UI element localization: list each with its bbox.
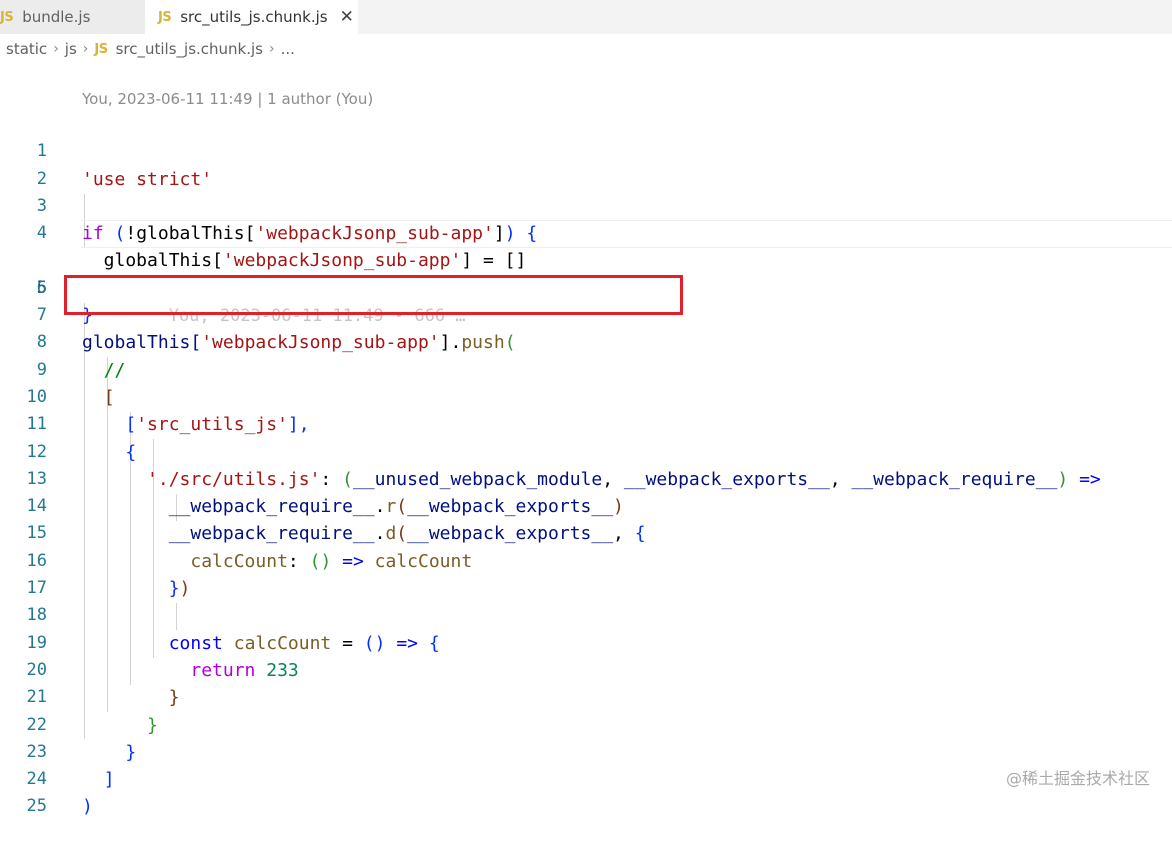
line-number: 25 [26,796,47,817]
git-blame-codelens[interactable]: You, 2023-06-11 11:49 | 1 author (You) [82,90,373,108]
tab-label: bundle.js [22,8,91,26]
editor-tab-bar: JS bundle.js JS src_utils_js.chunk.js ✕ [0,0,1172,34]
chevron-right-icon: › [269,41,275,57]
code-line: 23 ] [0,712,1172,790]
current-line-highlight [81,220,1172,249]
code-token: ) [82,796,93,818]
code-line: 17 [0,548,1172,598]
code-line: 3 if (!globalThis['webpackJsonp_sub-app'… [0,166,1172,244]
code-line: 22 } [0,684,1172,763]
breadcrumb-item-js[interactable]: js [65,40,77,58]
javascript-file-icon: JS [158,9,172,25]
breadcrumb: static › js › JS src_utils_js.chunk.js ›… [6,37,295,61]
breadcrumb-item-static[interactable]: static [6,40,47,58]
code-line: 4 globalThis['webpackJsonp_sub-app'] = [… [0,193,1172,271]
code-editor[interactable]: 1 'use strict' 2 3 if (!globalThis['webp… [0,111,1172,817]
code-line: 18 const calcCount = () => { [0,575,1172,653]
chevron-right-icon: › [53,41,59,57]
code-line: 13 __webpack_require__.r(__webpack_expor… [0,439,1172,517]
code-line: 24 ) [0,739,1172,817]
watermark: @稀土掘金技术社区 [1005,769,1150,788]
code-line: 10 ['src_utils_js'], [0,357,1172,435]
code-line: 25 [0,766,1172,816]
tab-label: src_utils_js.chunk.js [180,8,328,26]
code-line: 9 [ [0,329,1172,408]
code-line: 6 [0,247,1172,298]
code-line: 19 return 233 [0,602,1172,681]
breadcrumb-symbols[interactable]: ... [281,40,295,58]
code-line: 14 __webpack_require__.d(__webpack_expor… [0,466,1172,544]
close-icon[interactable]: ✕ [340,7,354,27]
code-line: 1 'use strict' [0,111,1172,189]
code-line: 2 [0,138,1172,189]
code-line: 16 }) [0,520,1172,599]
code-line: 12 './src/utils.js': (__unused_webpack_m… [0,411,1172,490]
tab-src-utils-js-chunk[interactable]: JS src_utils_js.chunk.js ✕ [145,0,358,34]
breadcrumb-item-file[interactable]: src_utils_js.chunk.js [116,40,263,58]
code-line: 11 { [0,384,1172,462]
code-line: 20 } [0,630,1172,708]
red-highlight-box [64,275,683,315]
javascript-file-icon: JS [94,41,108,57]
chevron-right-icon: › [82,41,89,57]
code-line: 15 calcCount: () => calcCount [0,493,1172,571]
javascript-file-icon: JS [0,9,14,25]
code-line-current: 5 } You, 2023-06-11 11:49 • 666 … [0,220,1172,326]
tab-bundle-js[interactable]: JS bundle.js [0,0,145,34]
code-line: 21 } [0,657,1172,735]
